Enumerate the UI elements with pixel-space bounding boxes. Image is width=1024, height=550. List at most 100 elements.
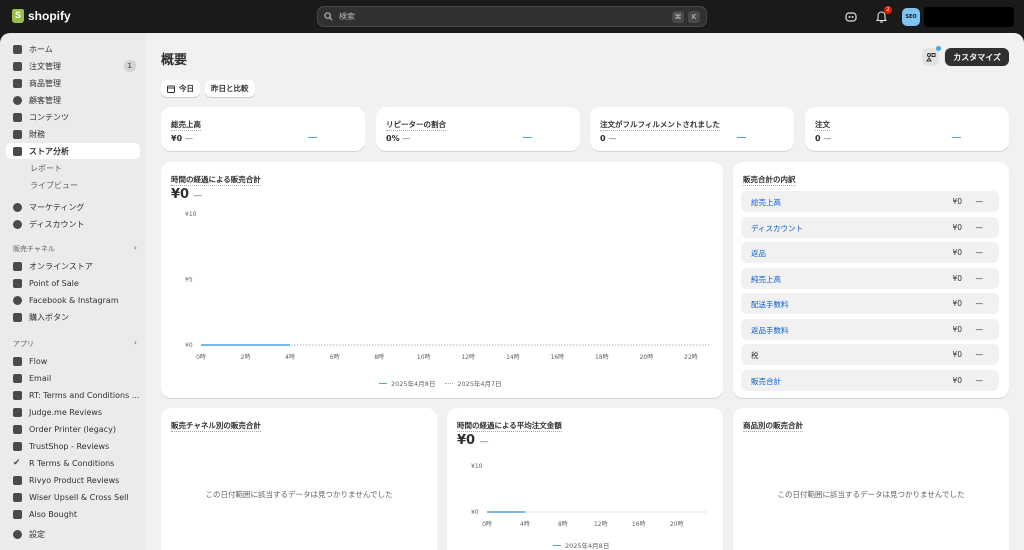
legend-current-label: 2025年4月8日: [391, 380, 436, 388]
sidebar-item-content[interactable]: コンテンツ: [6, 109, 140, 125]
metric-value: 0 —: [600, 134, 616, 143]
sidebar-item-buy-button[interactable]: 購入ボタン: [6, 309, 140, 325]
sales-channels-header[interactable]: 販売チャネル ›: [13, 243, 137, 254]
breakdown-label[interactable]: ディスカウント: [751, 223, 803, 234]
sales-breakdown-card: 販売合計の内訳 総売上高 ¥0— ディスカウント ¥0— 返品 ¥0— 純売上高 ¥0— 配送手…: [733, 162, 1009, 398]
aov-value-text: ¥0: [457, 433, 476, 448]
shopify-logo[interactable]: shopify: [12, 9, 71, 23]
avatar[interactable]: SEO: [902, 8, 920, 26]
chevron-right-icon: ›: [133, 243, 137, 252]
sidebar-item-judgeme[interactable]: Judge.me Reviews: [6, 404, 140, 420]
sidebar-item-pos[interactable]: Point of Sale: [6, 275, 140, 291]
breakdown-row[interactable]: 返品手数料 ¥0 —: [741, 318, 999, 340]
breakdown-change: —: [975, 222, 984, 232]
x-tick-label: 4時: [285, 353, 295, 361]
sidebar-item-rivyo[interactable]: Rivyo Product Reviews: [6, 472, 140, 488]
sidebar-item-reports[interactable]: レポート: [6, 160, 140, 176]
sidebar-item-label: 顧客管理: [29, 95, 61, 105]
sidebar-item-customers[interactable]: 顧客管理: [6, 92, 140, 108]
sidebar-item-flow[interactable]: Flow: [6, 353, 140, 369]
sidebar-item-email[interactable]: Email: [6, 370, 140, 386]
metric-value-text: 0: [815, 134, 821, 143]
sidebar-item-label: Flow: [29, 356, 48, 366]
edit-layout-button[interactable]: [922, 46, 941, 66]
empty-state-message: この日付範囲に該当するデータは見つかりませんでした: [777, 490, 965, 499]
search-input[interactable]: 検索 ⌘ K: [317, 6, 707, 27]
breakdown-value: ¥0: [952, 222, 962, 232]
gear-icon: [13, 529, 22, 539]
aov-line-chart: ¥0 ¥10 0時 4時 8時 12時 16時 20時: [471, 463, 707, 528]
card-title: 時間の経過による販売合計: [171, 175, 261, 186]
breakdown-label[interactable]: 返品手数料: [751, 325, 789, 336]
aov-change: —: [479, 437, 489, 447]
sidekick-icon[interactable]: [842, 8, 860, 26]
sidebar-item-home[interactable]: ホーム: [6, 41, 140, 57]
chart-legend: 2025年4月8日 2025年4月7日: [379, 378, 502, 388]
chart-icon: [13, 146, 22, 156]
metric-value-text: 0: [600, 134, 606, 143]
breakdown-row[interactable]: ディスカウント ¥0 —: [741, 216, 999, 238]
sidebar-item-label: ストア分析: [29, 146, 69, 156]
sidebar-item-discounts[interactable]: ディスカウント: [6, 216, 140, 232]
sidebar-item-settings[interactable]: 設定: [6, 526, 140, 542]
chevron-right-icon: ›: [133, 338, 137, 347]
metric-card-gross-sales[interactable]: 総売上高 ¥0 —: [161, 107, 365, 151]
sidebar-item-facebook-instagram[interactable]: Facebook & Instagram: [6, 292, 140, 308]
sparkline: [952, 137, 961, 138]
sparkline: [308, 137, 317, 138]
x-tick-label: 20時: [670, 520, 684, 528]
metric-card-returning-rate[interactable]: リピーターの割合 0% —: [376, 107, 580, 151]
aov-value: ¥0 —: [457, 433, 489, 448]
compare-button[interactable]: 昨日と比較: [205, 80, 255, 97]
breakdown-row[interactable]: 税 ¥0 —: [741, 344, 999, 365]
breakdown-label[interactable]: 販売合計: [751, 376, 781, 387]
customize-button[interactable]: カスタマイズ: [945, 48, 1009, 66]
sidebar-item-live-view[interactable]: ライブビュー: [6, 177, 140, 193]
sidebar-item-label: ホーム: [29, 44, 53, 54]
search-placeholder: 検索: [339, 12, 355, 21]
sidebar-item-wiser[interactable]: Wiser Upsell & Cross Sell: [6, 489, 140, 505]
tag-icon: [13, 78, 22, 88]
store-name-redacted[interactable]: [924, 7, 1014, 27]
sidebar-item-finance[interactable]: 財務: [6, 126, 140, 142]
sidebar-item-products[interactable]: 商品管理: [6, 75, 140, 91]
sidebar-item-label: ライブビュー: [30, 180, 78, 190]
breakdown-label[interactable]: 総売上高: [751, 197, 781, 208]
sidebar-item-orders[interactable]: 注文管理 1: [6, 58, 140, 74]
sidebar-item-label: Facebook & Instagram: [29, 295, 119, 305]
breakdown-row[interactable]: 純売上高 ¥0 —: [741, 267, 999, 289]
sidebar-item-label: Judge.me Reviews: [29, 407, 103, 417]
trustshop-icon: [13, 441, 22, 451]
sidebar-item-label: オンラインストア: [29, 261, 93, 271]
breakdown-label[interactable]: 純売上高: [751, 274, 781, 285]
breakdown-label[interactable]: 返品: [751, 248, 766, 259]
card-title: 販売チャネル別の販売合計: [171, 421, 261, 432]
breakdown-row[interactable]: 配送手数料 ¥0 —: [741, 293, 999, 314]
breakdown-label[interactable]: 配送手数料: [751, 299, 789, 310]
sidebar-item-order-printer[interactable]: Order Printer (legacy): [6, 421, 140, 437]
notification-badge: 2: [884, 6, 892, 14]
command-key: ⌘: [672, 11, 684, 23]
sidebar-item-trustshop[interactable]: TrustShop - Reviews: [6, 438, 140, 454]
sidebar-item-online-store[interactable]: オンラインストア: [6, 258, 140, 274]
metric-card-orders[interactable]: 注文 0 —: [805, 107, 1009, 151]
breakdown-row[interactable]: 返品 ¥0 —: [741, 242, 999, 263]
date-range-button[interactable]: 今日: [161, 80, 200, 97]
sidebar-item-label: 設定: [29, 529, 45, 539]
metric-card-fulfilled[interactable]: 注文がフルフィルメントされました 0 —: [590, 107, 794, 151]
breakdown-row[interactable]: 総売上高 ¥0 —: [741, 191, 999, 212]
sidebar-item-label: 商品管理: [29, 78, 61, 88]
apps-header[interactable]: アプリ ›: [13, 338, 137, 349]
rivyo-icon: [13, 475, 22, 485]
x-tick-label: 16時: [632, 520, 646, 528]
bell-icon[interactable]: 2: [872, 6, 892, 26]
metric-value-text: ¥0: [171, 134, 183, 143]
sidebar-item-rt-terms[interactable]: RT: Terms and Conditions ...: [6, 387, 140, 403]
sidebar-item-r-terms[interactable]: ✔ R Terms & Conditions: [6, 455, 140, 471]
sidebar-item-also-bought[interactable]: Also Bought: [6, 506, 140, 522]
sidebar-item-analytics[interactable]: ストア分析: [6, 143, 140, 159]
sidebar-item-marketing[interactable]: マーケティング: [6, 199, 140, 215]
x-tick-label: 12時: [461, 353, 475, 361]
x-tick-label: 8時: [374, 353, 384, 361]
breakdown-row[interactable]: 販売合計 ¥0 —: [741, 369, 999, 391]
